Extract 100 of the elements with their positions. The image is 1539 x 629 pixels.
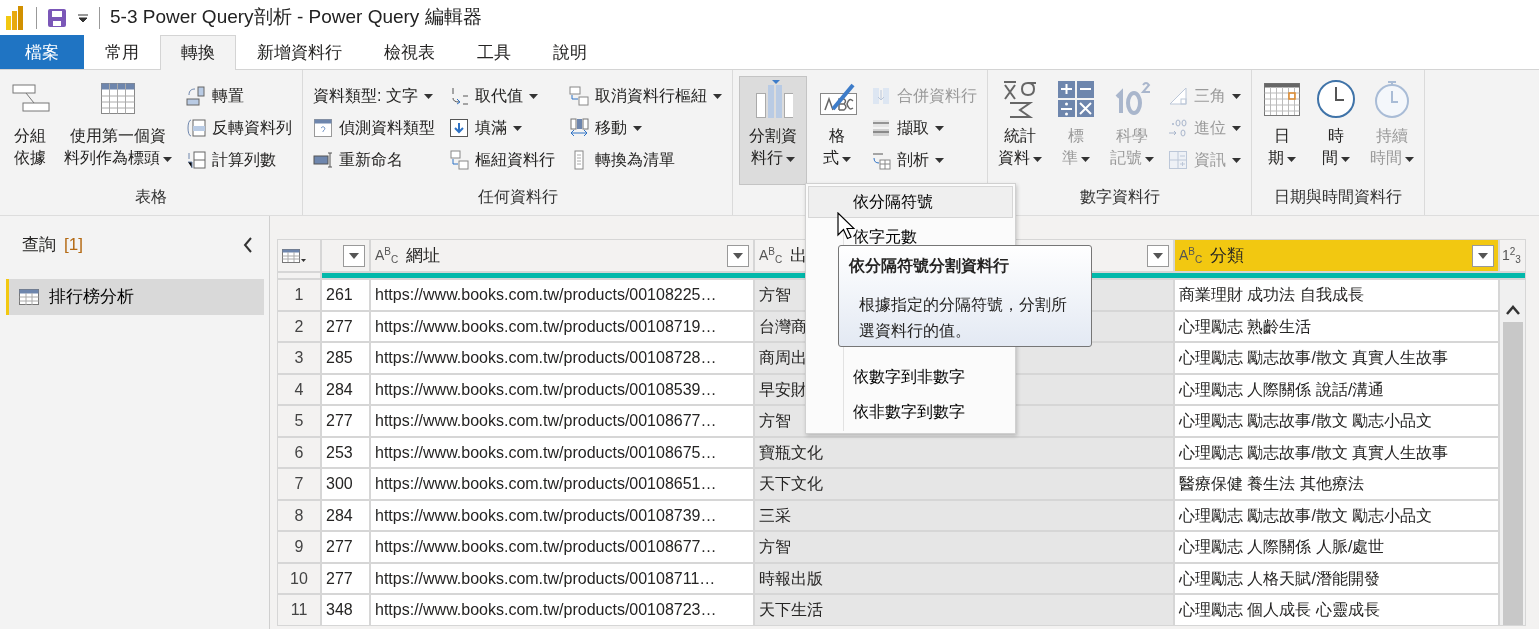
ribbon-button[interactable]: 填滿 (445, 112, 559, 144)
caret-icon (1405, 156, 1414, 162)
parse-icon (871, 150, 891, 170)
caret-icon (1287, 156, 1296, 162)
ribbon-button[interactable]: 分割資料行 (739, 76, 807, 185)
ribbon-button[interactable]: 擷取 (867, 112, 981, 144)
ribbon-button[interactable]: 偵測資料類型 (309, 112, 439, 144)
info-grid-icon (1168, 150, 1188, 170)
ribbon-button[interactable]: 資料類型: 文字 (309, 80, 439, 112)
ribbon-tab[interactable]: 檢視表 (363, 35, 456, 69)
ribbon-button[interactable]: 日期 (1258, 76, 1306, 185)
scrollbar[interactable] (1500, 280, 1525, 625)
column-title: 出 (790, 244, 808, 267)
table-cell: 277 (322, 406, 369, 436)
menu-item[interactable]: 依分隔符號 (808, 186, 1013, 218)
tooltip-title: 依分隔符號分割資料行 (849, 256, 1010, 276)
column-header[interactable]: A$^{B}$$_{C}$ 分類 (1175, 240, 1498, 271)
table-cell: 醫療保健 養生法 其他療法 (1175, 469, 1498, 499)
table-cell: https://www.books.com.tw/products/00108711… (371, 563, 753, 593)
ribbon-tab[interactable]: 工具 (456, 35, 532, 69)
group-label: 日期與時間資料行 (1274, 188, 1402, 205)
rounding-icon (1168, 118, 1188, 138)
move-columns-icon (569, 118, 589, 138)
table-cell: https://www.books.com.tw/products/00108677… (371, 406, 753, 436)
scrollbar-thumb[interactable] (1502, 322, 1523, 625)
ribbon-button[interactable]: 取消資料行樞紐 (565, 80, 726, 112)
caret-icon (1145, 156, 1154, 162)
ribbon-button[interactable]: 使用第一個資料列作為標頭 (60, 76, 176, 185)
table-cell: https://www.books.com.tw/products/00108719… (371, 311, 753, 341)
table-cell: https://www.books.com.tw/products/00108677… (371, 532, 753, 562)
caret-icon (1232, 125, 1241, 131)
column-filter-button[interactable] (1147, 244, 1169, 267)
table-cell: 277 (322, 563, 369, 593)
table-cell: 心理勵志 熟齡生活 (1175, 311, 1498, 341)
ribbon-button[interactable]: 樞紐資料行 (445, 144, 559, 176)
count-rows-icon (186, 150, 206, 170)
table-cell: 心理勵志 勵志故事/散文 真實人生故事 (1175, 437, 1498, 467)
group-label: 表格 (135, 188, 167, 205)
collapse-icon[interactable] (243, 237, 253, 253)
table-cell: https://www.books.com.tw/products/00108723… (371, 595, 753, 625)
caret-icon (1341, 156, 1350, 162)
file-tab[interactable]: 檔案 (0, 35, 84, 69)
ribbon-button[interactable]: 分組依據 (6, 76, 54, 185)
split-column-icon (753, 79, 793, 119)
ribbon-button[interactable]: 反轉資料列 (182, 112, 296, 144)
ribbon-button[interactable]: 轉換為清單 (565, 144, 726, 176)
row-number: 2 (278, 311, 320, 341)
customize-dropdown-icon[interactable] (77, 11, 89, 24)
caret-icon (935, 125, 944, 131)
group-label: 數字資料行 (1079, 188, 1160, 205)
caret-icon (423, 93, 433, 99)
caret-icon (733, 252, 743, 259)
caret-icon (1153, 252, 1163, 259)
table-cell: 348 (322, 595, 369, 625)
column-header[interactable]: A$^{B}$$_{C}$ 網址 (371, 240, 753, 271)
table-cell: 心理勵志 勵志故事/散文 勵志小品文 (1175, 406, 1498, 436)
row-number: 4 (278, 374, 320, 404)
query-item[interactable]: 排行榜分析 (6, 279, 264, 315)
table-cell: https://www.books.com.tw/products/00108739… (371, 500, 753, 530)
caret-icon (1232, 157, 1241, 163)
row-number: 1 (278, 280, 320, 310)
extract-icon (871, 118, 891, 138)
table-cell: https://www.books.com.tw/products/00108539… (371, 374, 753, 404)
column-filter-button[interactable] (727, 244, 749, 267)
ribbon-button[interactable]: 計算列數 (182, 144, 296, 176)
ribbon-button[interactable]: 時間 (1312, 76, 1360, 185)
column-title: 分類 (1210, 244, 1245, 267)
save-icon[interactable] (47, 7, 67, 28)
ribbon-tab[interactable]: 常用 (84, 35, 160, 69)
rename-icon (313, 150, 333, 170)
ribbon-button[interactable]: 轉置 (182, 80, 296, 112)
row-number: 9 (278, 532, 320, 562)
table-cell: 天下生活 (755, 595, 1173, 625)
table-cell: 心理勵志 個人成長 心靈成長 (1175, 595, 1498, 625)
row-number: 3 (278, 343, 320, 373)
caret-icon (1033, 156, 1042, 162)
merge-columns-icon (871, 86, 891, 106)
table-cell: 心理勵志 勵志故事/散文 勵志小品文 (1175, 500, 1498, 530)
scroll-up-icon[interactable] (1504, 304, 1521, 316)
table-icon (282, 247, 306, 264)
pivot-icon (449, 150, 469, 170)
caret-icon (1081, 156, 1090, 162)
table-menu-button[interactable] (278, 240, 320, 271)
ribbon-tab[interactable]: 轉換 (160, 35, 236, 70)
ribbon-tab[interactable]: 說明 (532, 35, 608, 69)
table-cell: 寶瓶文化 (755, 437, 1173, 467)
ribbon-button[interactable]: 剖析 (867, 144, 981, 176)
mouse-pointer-icon (837, 212, 855, 240)
table-cell: 心理勵志 勵志故事/散文 真實人生故事 (1175, 343, 1498, 373)
ribbon-button[interactable]: 移動 (565, 112, 726, 144)
ribbon-button[interactable]: 重新命名 (309, 144, 439, 176)
column-filter-button[interactable] (343, 244, 365, 267)
ribbon-tab[interactable]: 新增資料行 (236, 35, 363, 69)
column-filter-button[interactable] (1472, 244, 1494, 267)
row-number: 7 (278, 469, 320, 499)
ribbon-button[interactable]: 格式 (813, 76, 861, 185)
ribbon-button[interactable]: 統計資料 (994, 76, 1046, 185)
ribbon-button[interactable]: 取代值 (445, 80, 559, 112)
table-cell: 心理勵志 人格天賦/潛能開發 (1175, 563, 1498, 593)
row-number: 6 (278, 437, 320, 467)
